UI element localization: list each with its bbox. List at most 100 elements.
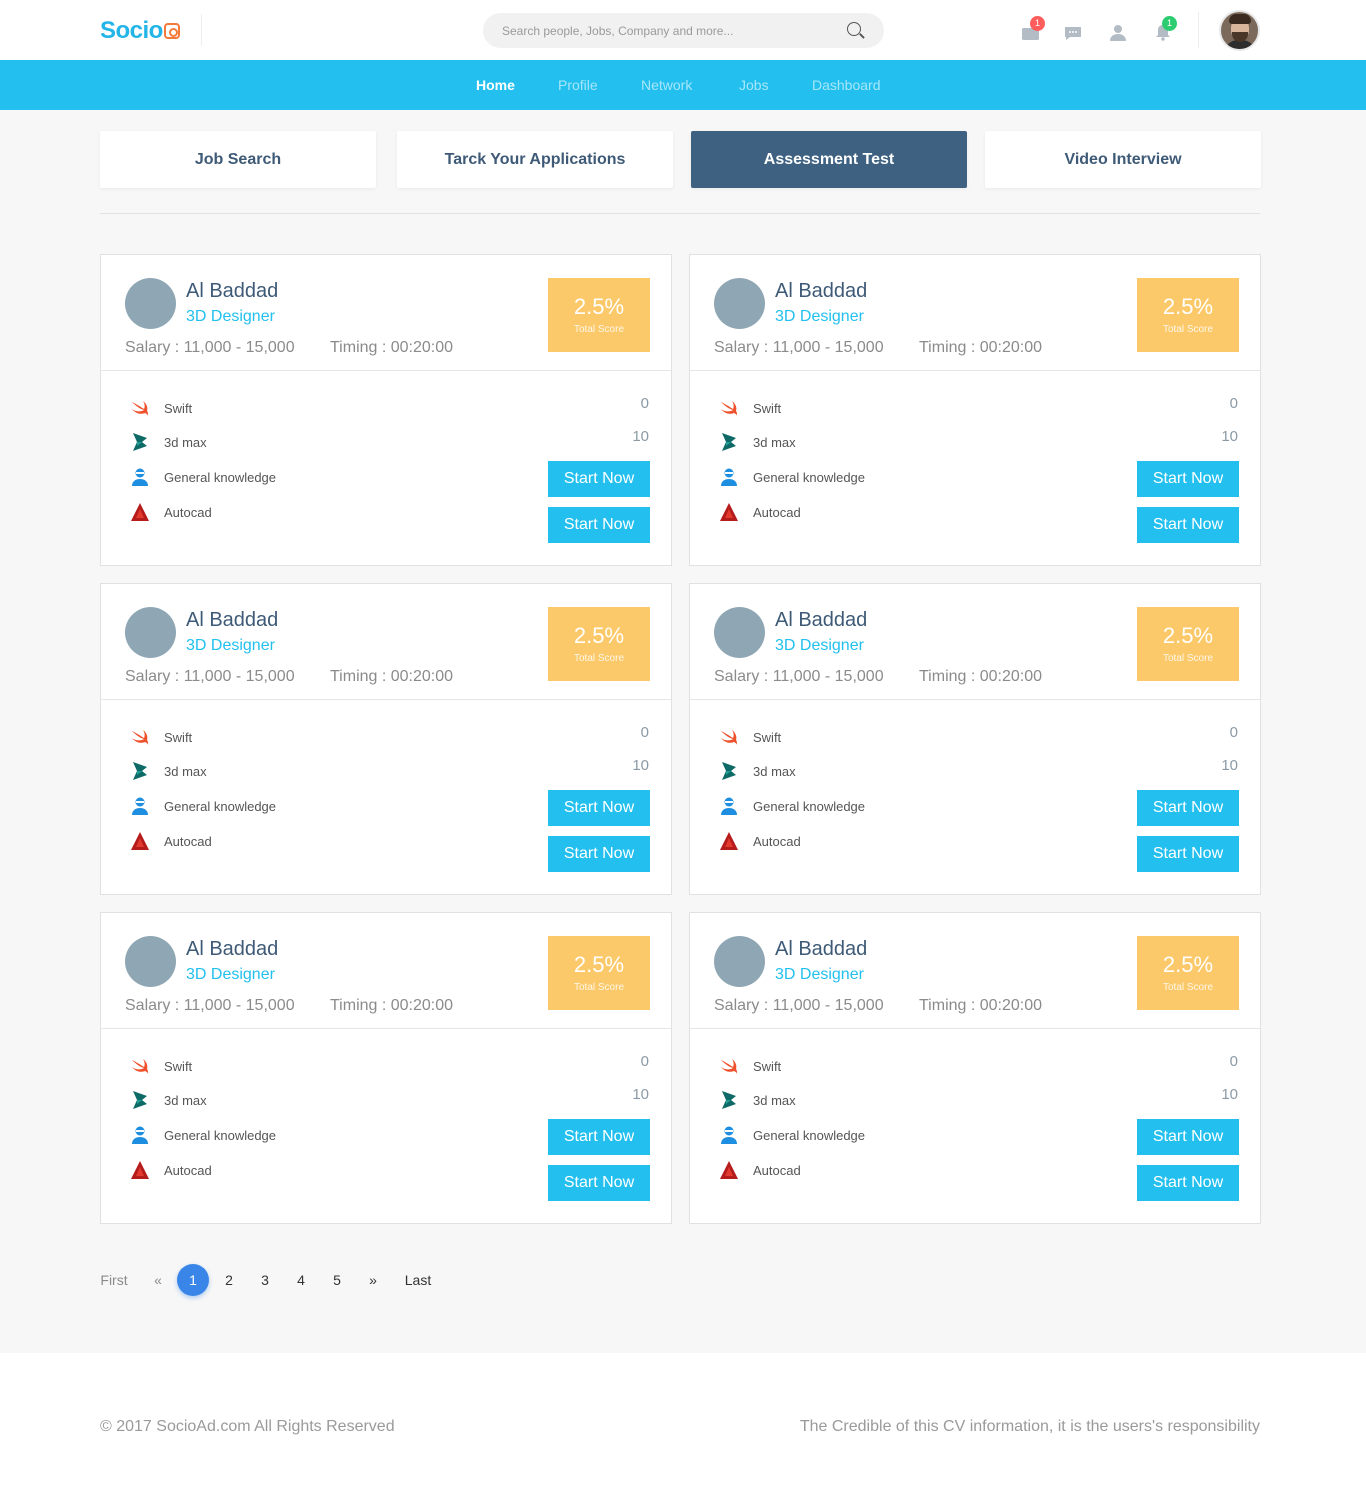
- 3dmax-icon: [129, 1089, 151, 1111]
- skill-label: Swift: [164, 730, 193, 745]
- nav-home[interactable]: Home: [476, 77, 515, 93]
- user-avatar[interactable]: [1219, 10, 1260, 51]
- messages-button[interactable]: 1: [1021, 16, 1045, 42]
- start-now-button[interactable]: Start Now: [1137, 1165, 1239, 1201]
- icon-divider: [1198, 12, 1199, 48]
- search-input[interactable]: [502, 13, 832, 48]
- timing-text: Timing : 00:20:00: [330, 339, 454, 356]
- score-number: 0: [1229, 395, 1238, 412]
- pagination-page-2[interactable]: 2: [222, 1264, 236, 1296]
- candidate-name[interactable]: Al Baddad: [186, 938, 278, 961]
- pagination-last[interactable]: Last: [403, 1264, 433, 1296]
- skill-item: Swift: [129, 397, 369, 421]
- skill-label: Autocad: [753, 505, 801, 520]
- search-icon[interactable]: [847, 22, 861, 36]
- timing-text: Timing : 00:20:00: [919, 668, 1043, 685]
- skill-item: Autocad: [129, 830, 369, 854]
- skill-label: Autocad: [164, 834, 212, 849]
- candidate-name[interactable]: Al Baddad: [775, 938, 867, 961]
- candidate-role: 3D Designer: [186, 637, 275, 654]
- 3dmax-icon: [718, 431, 740, 453]
- score-number: 10: [1221, 1086, 1238, 1103]
- pagination-page-5[interactable]: 5: [330, 1264, 344, 1296]
- start-now-button[interactable]: Start Now: [548, 507, 650, 543]
- score-label: Total Score: [1162, 653, 1214, 664]
- logo-divider: [201, 14, 202, 46]
- start-now-button[interactable]: Start Now: [548, 836, 650, 872]
- section-divider: [100, 213, 1260, 214]
- pagination-page-3[interactable]: 3: [258, 1264, 272, 1296]
- skill-item: General knowledge: [129, 795, 369, 819]
- user-icon: [129, 1124, 151, 1146]
- assessment-card: Al Baddad 3D Designer Salary : 11,000 - 15…: [100, 912, 672, 1224]
- start-now-button[interactable]: Start Now: [548, 790, 650, 826]
- nav-dashboard[interactable]: Dashboard: [812, 77, 881, 93]
- total-score-badge: 2.5% Total Score: [1137, 278, 1239, 352]
- start-now-button[interactable]: Start Now: [1137, 836, 1239, 872]
- skill-label: General knowledge: [753, 1128, 866, 1143]
- nav-network[interactable]: Network: [641, 77, 692, 93]
- start-now-button[interactable]: Start Now: [1137, 507, 1239, 543]
- start-now-button[interactable]: Start Now: [1137, 461, 1239, 497]
- pagination-prev[interactable]: «: [151, 1264, 165, 1296]
- skill-item: Autocad: [129, 501, 369, 525]
- skill-label: 3d max: [164, 435, 207, 450]
- skill-item: General knowledge: [718, 1124, 958, 1148]
- nav-jobs[interactable]: Jobs: [739, 77, 769, 93]
- tab-job-search[interactable]: Job Search: [100, 131, 376, 188]
- chat-button[interactable]: [1063, 22, 1083, 42]
- candidate-name[interactable]: Al Baddad: [775, 609, 867, 632]
- assessment-card: Al Baddad 3D Designer Salary : 11,000 - 15…: [689, 912, 1261, 1224]
- nav-profile[interactable]: Profile: [558, 77, 598, 93]
- card-header: Al Baddad 3D Designer Salary : 11,000 - 15…: [101, 584, 671, 700]
- salary-text: Salary : 11,000 - 15,000: [125, 668, 295, 685]
- user-icon: [1110, 25, 1126, 41]
- score-number: 0: [640, 1053, 649, 1070]
- salary-text: Salary : 11,000 - 15,000: [714, 997, 884, 1014]
- skill-label: General knowledge: [164, 470, 277, 485]
- candidate-name[interactable]: Al Baddad: [186, 280, 278, 303]
- skill-item: Autocad: [718, 1159, 958, 1183]
- candidate-role: 3D Designer: [775, 637, 864, 654]
- logo[interactable]: Socio: [100, 17, 180, 45]
- card-header: Al Baddad 3D Designer Salary : 11,000 - 15…: [101, 913, 671, 1029]
- score-label: Total Score: [573, 324, 625, 335]
- pagination-page-4[interactable]: 4: [294, 1264, 308, 1296]
- start-now-button[interactable]: Start Now: [1137, 790, 1239, 826]
- search-bar: [483, 13, 884, 48]
- total-score-badge: 2.5% Total Score: [548, 607, 650, 681]
- tab-track-applications[interactable]: Tarck Your Applications: [397, 131, 673, 188]
- assessment-card: Al Baddad 3D Designer Salary : 11,000 - 15…: [689, 583, 1261, 895]
- total-score-badge: 2.5% Total Score: [1137, 936, 1239, 1010]
- skill-label: Autocad: [753, 1163, 801, 1178]
- skill-item: General knowledge: [129, 466, 369, 490]
- score-value: 2.5%: [1162, 952, 1214, 977]
- score-value: 2.5%: [573, 952, 625, 977]
- profile-button[interactable]: [1108, 22, 1128, 42]
- user-icon: [129, 466, 151, 488]
- avatar: [125, 607, 176, 658]
- salary-text: Salary : 11,000 - 15,000: [714, 668, 884, 685]
- avatar: [125, 278, 176, 329]
- total-score-badge: 2.5% Total Score: [1137, 607, 1239, 681]
- pagination-next[interactable]: »: [366, 1264, 380, 1296]
- tab-video-interview[interactable]: Video Interview: [985, 131, 1261, 188]
- score-number: 0: [640, 395, 649, 412]
- score-number: 10: [632, 428, 649, 445]
- pagination-page-1[interactable]: 1: [177, 1264, 209, 1296]
- skill-label: 3d max: [164, 764, 207, 779]
- assessment-card: Al Baddad 3D Designer Salary : 11,000 - 15…: [100, 583, 672, 895]
- candidate-role: 3D Designer: [186, 308, 275, 325]
- tab-assessment-test[interactable]: Assessment Test: [691, 131, 967, 188]
- start-now-button[interactable]: Start Now: [548, 461, 650, 497]
- start-now-button[interactable]: Start Now: [1137, 1119, 1239, 1155]
- candidate-name[interactable]: Al Baddad: [186, 609, 278, 632]
- pagination-first[interactable]: First: [99, 1264, 129, 1296]
- notifications-button[interactable]: 1: [1153, 16, 1177, 42]
- candidate-name[interactable]: Al Baddad: [775, 280, 867, 303]
- swift-icon: [718, 726, 740, 748]
- start-now-button[interactable]: Start Now: [548, 1165, 650, 1201]
- score-number: 10: [1221, 428, 1238, 445]
- start-now-button[interactable]: Start Now: [548, 1119, 650, 1155]
- score-label: Total Score: [1162, 324, 1214, 335]
